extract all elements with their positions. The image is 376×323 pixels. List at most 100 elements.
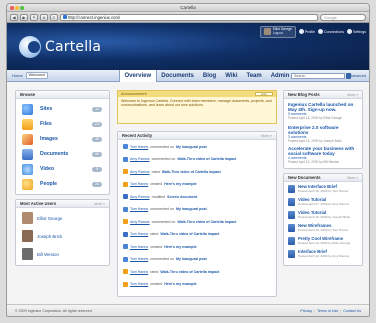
current-user[interactable]: Elliot George Logout [259, 26, 296, 38]
activity-target-link[interactable]: Walk-Thru video of Cartella impact [160, 270, 219, 274]
activity-target-link[interactable]: Walk-Thru video of Cartella impact [177, 157, 236, 161]
document-icon [288, 198, 295, 206]
hide-announcement-button[interactable]: Hide [255, 92, 273, 96]
activity-type-icon [123, 156, 128, 162]
browse-item-video[interactable]: Video 8 [22, 164, 102, 175]
blog-post[interactable]: Enterprise 2.0 software solutions 3 comm… [288, 125, 358, 143]
advanced-search-link[interactable]: Advanced [350, 73, 366, 79]
blog-post-title[interactable]: Accelerate your business with social sof… [288, 146, 358, 156]
list-item[interactable]: Bill Weston [22, 248, 59, 260]
document-item[interactable]: New Interface Brief Posted April 18, 2009… [288, 184, 348, 193]
activity-user-link[interactable]: Tom Hanns [130, 182, 148, 186]
activity-target-link[interactable]: Here's my example [164, 182, 196, 186]
blog-post[interactable]: Ingeniux Cartella launched on May 4th. S… [288, 102, 358, 120]
activity-row: Tom Hanns created Here's my example [123, 281, 197, 287]
browse-item-files[interactable]: Files 134 [22, 119, 102, 130]
browse-item-label: Documents [40, 151, 69, 157]
activity-verb: commented on [151, 219, 176, 224]
activity-verb: commented on [151, 157, 176, 161]
address-bar[interactable]: http://connect.ingeniux.com/ [60, 13, 318, 21]
zoom-window-icon[interactable] [20, 6, 24, 10]
minimize-window-icon[interactable] [15, 6, 19, 10]
browse-item-images[interactable]: Images 45 [22, 134, 102, 145]
settings-link[interactable]: Settings [347, 29, 366, 35]
activity-target-link[interactable]: Here's my example [164, 282, 196, 286]
activity-user-link[interactable]: Amy Ramos [130, 170, 150, 174]
activity-target-link[interactable]: My inaugural post [176, 257, 207, 261]
browse-item-people[interactable]: People 24 [22, 179, 102, 190]
list-item[interactable]: Elliot George [22, 212, 62, 224]
document-item[interactable]: Video Tutorial Posted April 16, 2009 by J… [288, 210, 350, 219]
logout-link[interactable]: Logout [273, 31, 292, 36]
document-meta: Posted April 17, 2009 by Amy Ramos [298, 201, 350, 206]
activity-target-link[interactable]: My inaugural post [176, 145, 207, 149]
activity-user-link[interactable]: Tom Hanns [130, 257, 148, 261]
activity-verb: modified [151, 194, 166, 199]
activity-target-link[interactable]: Walk-Thru video of Cartella impact [162, 170, 221, 174]
tab-admin[interactable]: Admin [266, 70, 294, 82]
activity-target-link[interactable]: Walk-Thru video of Cartella impact [177, 220, 236, 224]
font-larger-button[interactable]: A [40, 13, 48, 21]
document-item[interactable]: Interface Brief Posted April 12, 2009 by … [288, 249, 349, 258]
close-window-icon[interactable] [10, 6, 14, 10]
tab-documents[interactable]: Documents [157, 70, 199, 82]
activity-row: Tom Hanns commented on My inaugural post [123, 144, 207, 149]
tab-overview[interactable]: Overview [119, 70, 157, 82]
home-link[interactable]: Home [12, 73, 23, 78]
activity-user-link[interactable]: Tom Hanns [130, 232, 148, 236]
contact-link[interactable]: Contact Us [343, 305, 361, 316]
forward-button[interactable]: ▶ [20, 13, 28, 21]
blog-post-title[interactable]: Ingeniux Cartella launched on May 4th. S… [288, 102, 358, 112]
blog-post-title[interactable]: Enterprise 2.0 software solutions [288, 125, 358, 135]
site-search-input[interactable]: Search [291, 73, 345, 79]
activity-target-link[interactable]: My inaugural post [176, 207, 207, 211]
document-meta: Posted April 15, 2009 by Tom Hanns [298, 227, 348, 232]
activity-target-link[interactable]: Here's my example [164, 245, 196, 249]
recent-activity-panel: Recent Activity More » Tom Hanns commente… [117, 131, 277, 297]
activity-user-link[interactable]: Amy Ramos [130, 220, 150, 224]
document-item[interactable]: New Wireframes Posted April 15, 2009 by T… [288, 223, 348, 232]
activity-target-link[interactable]: Walk-Thru video of Cartella impact [160, 232, 219, 236]
activity-user-link[interactable]: Amy Ramos [130, 195, 150, 199]
blog-more-link[interactable]: More » [347, 91, 358, 99]
browse-item-label: Files [40, 121, 52, 127]
activity-user-link[interactable]: Tom Hanns [130, 207, 148, 211]
activity-row: Amy Ramos commented on Walk-Thru video of … [123, 219, 236, 224]
activity-verb: commented on [150, 144, 174, 149]
activity-user-link[interactable]: Tom Hanns [130, 245, 148, 249]
activity-user-link[interactable]: Tom Hanns [130, 270, 148, 274]
tab-team[interactable]: Team [242, 70, 266, 82]
activity-user-link[interactable]: Tom Hanns [130, 145, 148, 149]
activity-target-link[interactable]: Screen document [167, 195, 197, 199]
blog-post[interactable]: Accelerate your business with social sof… [288, 146, 358, 164]
browser-search-input[interactable]: Google [320, 13, 366, 21]
privacy-link[interactable]: Privacy [300, 305, 312, 316]
tab-wiki[interactable]: Wiki [221, 70, 242, 82]
active-users-more-link[interactable]: More » [94, 200, 105, 208]
document-item[interactable]: Pretty Cool Wireframe Posted April 14, 20… [288, 236, 350, 245]
activity-type-icon [123, 256, 128, 262]
back-button[interactable]: ◀ [10, 13, 18, 21]
welcome-badge: Welcome! [25, 72, 49, 79]
activity-verb: rated [150, 269, 159, 274]
new-documents-title: New Documents More » [284, 174, 362, 182]
profile-link[interactable]: Profile [298, 29, 315, 35]
activity-user-link[interactable]: Amy Ramos [130, 157, 150, 161]
activity-more-link[interactable]: More » [261, 132, 272, 140]
document-icon [288, 211, 295, 219]
font-smaller-button[interactable]: A [30, 13, 38, 21]
tab-blog[interactable]: Blog [198, 70, 220, 82]
documents-more-link[interactable]: More » [347, 174, 358, 182]
document-item[interactable]: Video Tutorial Posted April 17, 2009 by A… [288, 197, 350, 206]
reload-button[interactable]: C [50, 13, 58, 21]
connections-link[interactable]: Connections [318, 29, 344, 35]
browse-item-sites[interactable]: Sites 12 [22, 104, 102, 115]
browse-item-label: People [40, 181, 58, 187]
nav-tabs: Overview Documents Blog Wiki Team Admin [119, 70, 294, 82]
terms-link[interactable]: Terms of Use [317, 305, 338, 316]
activity-user-link[interactable]: Tom Hanns [130, 282, 148, 286]
list-item[interactable]: Joseph Brick [22, 230, 62, 242]
browse-item-documents[interactable]: Documents 86 [22, 149, 102, 160]
site-logo-text[interactable]: Cartella [45, 39, 101, 55]
activity-verb: created [150, 244, 163, 249]
